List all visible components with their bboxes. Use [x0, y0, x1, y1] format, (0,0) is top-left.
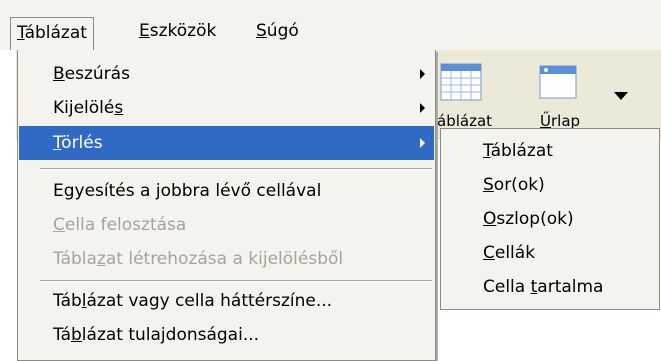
menu-item-egyesites[interactable]: Egyesítés a jobbra lévő cellával: [19, 174, 434, 208]
menu-item-label: Egyesítés a jobbra lévő cellával: [53, 181, 322, 201]
submenu-item-oszlopok[interactable]: Oszlop(ok): [483, 202, 574, 236]
menu-label-accel: E: [139, 21, 150, 41]
menu-item-hatterszin[interactable]: Táblázat vagy cella háttérszíne...: [19, 284, 434, 318]
form-icon[interactable]: [537, 62, 579, 102]
menu-item-label: Táblazat létrehozása a kijelölésből: [53, 249, 344, 269]
submenu-item-tablazat[interactable]: Táblázat: [483, 134, 553, 168]
menu-tablazat[interactable]: Táblázat: [10, 17, 94, 50]
menu-item-label: Kijelölés: [53, 98, 124, 118]
menu-item-label: Cella felosztása: [53, 215, 187, 235]
menu-sugo[interactable]: Súgó: [252, 20, 303, 42]
menu-label-rest: áblázat: [24, 23, 87, 43]
menu-item-tulajdonsagai[interactable]: Táblázat tulajdonságai...: [19, 318, 434, 352]
table-icon[interactable]: [440, 62, 482, 102]
submenu-item-sorok[interactable]: Sor(ok): [483, 168, 545, 202]
menu-label-rest: úgó: [266, 21, 299, 41]
menu-separator: [40, 168, 432, 170]
submenu-item-cella-tartalma[interactable]: Cella tartalma: [483, 270, 603, 304]
submenu-arrow-icon: [420, 103, 425, 113]
menu-label-accel: T: [17, 23, 25, 43]
menubar: Táblázat Eszközök Súgó: [0, 0, 661, 50]
menu-item-label: Táblázat vagy cella háttérszíne...: [53, 291, 333, 311]
document-edge: [0, 50, 16, 354]
submenu-arrow-icon: [420, 138, 425, 148]
menu-item-label: Beszúrás: [53, 64, 130, 84]
menu-label-accel: S: [256, 21, 267, 41]
menu-item-beszuras[interactable]: Beszúrás: [19, 57, 434, 91]
submenu-item-cellak[interactable]: Cellák: [483, 236, 535, 270]
torles-submenu: Táblázat Sor(ok) Oszlop(ok) Cellák Cella…: [440, 128, 660, 310]
submenu-arrow-icon: [420, 69, 425, 79]
menu-item-kijeloles[interactable]: Kijelölés: [19, 91, 434, 125]
menu-item-label: Törlés: [53, 133, 103, 153]
menu-eszkozok[interactable]: Eszközök: [135, 20, 220, 42]
menu-item-torles[interactable]: Törlés: [19, 126, 434, 160]
menu-item-cella-felosztasa[interactable]: Cella felosztása: [19, 208, 434, 242]
tablazat-dropdown-menu: Beszúrás Kijelölés Törlés Egyesítés a jo…: [17, 50, 436, 361]
menu-separator: [40, 280, 432, 282]
menu-item-tablazat-letrehozasa[interactable]: Táblazat létrehozása a kijelölésből: [19, 242, 434, 276]
menu-item-label: Táblázat tulajdonságai...: [53, 325, 260, 345]
chevron-down-icon[interactable]: [614, 92, 628, 100]
menu-label-rest: szközök: [149, 21, 217, 41]
